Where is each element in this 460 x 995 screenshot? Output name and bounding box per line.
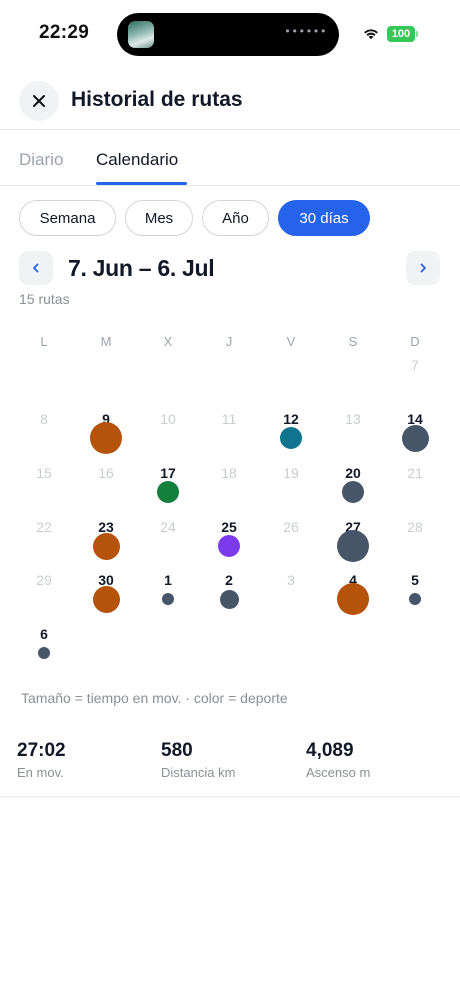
chevron-right-icon [420, 263, 426, 273]
page-title: Historial de rutas [71, 88, 243, 111]
date-range-title: 7. Jun – 6. Jul [68, 255, 215, 281]
tab-calendario[interactable]: Calendario [96, 150, 178, 170]
calendar-day-28: 28 [407, 519, 423, 535]
weekday-label: M [100, 334, 112, 349]
calendar-day-2[interactable]: 2 [209, 572, 249, 588]
activity-dot[interactable] [409, 593, 421, 605]
weekday-label: S [348, 334, 358, 349]
calendar-day-26: 26 [283, 519, 299, 535]
calendar-day-7: 7 [411, 357, 419, 373]
stat-moving-time-label: En mov. [17, 765, 64, 780]
activity-dot[interactable] [337, 583, 369, 615]
period-ano-button[interactable]: Año [202, 200, 269, 236]
calendar-day-6[interactable]: 6 [24, 626, 64, 642]
activity-dot[interactable] [162, 593, 174, 605]
island-indicator: •••••• [284, 25, 327, 38]
status-time: 22:29 [39, 22, 90, 43]
activity-dot[interactable] [157, 481, 179, 503]
calendar-day-29: 29 [36, 572, 52, 588]
activity-dot[interactable] [218, 535, 240, 557]
activity-dot[interactable] [92, 585, 120, 613]
stats-divider [0, 796, 460, 797]
stat-ascent-label: Ascenso m [306, 765, 371, 780]
battery-icon: 100 [387, 26, 418, 42]
calendar-day-11: 11 [221, 411, 237, 427]
calendar-day-15: 15 [36, 465, 52, 481]
activity-dot[interactable] [219, 589, 239, 609]
calendar-day-10: 10 [160, 411, 176, 427]
calendar-day-5[interactable]: 5 [395, 572, 435, 588]
tab-diario[interactable]: Diario [19, 150, 63, 170]
calendar-day-24: 24 [160, 519, 176, 535]
weekday-label: V [286, 334, 296, 349]
tabs-divider [0, 185, 460, 186]
calendar-day-18: 18 [221, 465, 237, 481]
calendar-day-8: 8 [40, 411, 48, 427]
calendar-day-1[interactable]: 1 [148, 572, 188, 588]
calendar-day-16: 16 [98, 465, 114, 481]
next-range-button[interactable] [406, 251, 440, 285]
chevron-left-icon [33, 263, 39, 273]
route-count: 15 rutas [19, 291, 70, 307]
weekday-label: D [410, 334, 420, 349]
battery-level: 100 [387, 26, 415, 42]
stat-moving-time-value: 27:02 [17, 740, 66, 761]
calendar-day-19: 19 [283, 465, 299, 481]
calendar-day-20[interactable]: 20 [333, 465, 373, 481]
calendar-legend: Tamaño = tiempo en mov. · color = deport… [21, 690, 288, 706]
wifi-icon [364, 29, 378, 40]
weekday-label: J [225, 334, 233, 349]
weekday-label: L [40, 334, 48, 349]
calendar-day-21: 21 [407, 465, 423, 481]
activity-dot[interactable] [90, 422, 122, 454]
activity-dot[interactable] [337, 530, 369, 562]
stat-distance-value: 580 [161, 740, 193, 761]
activity-dot[interactable] [280, 427, 302, 449]
calendar-day-17[interactable]: 17 [148, 465, 188, 481]
period-30-dias-button[interactable]: 30 días [278, 200, 370, 236]
close-icon [33, 95, 45, 107]
status-bar: 22:29 •••••• 100 [0, 0, 460, 68]
stat-distance-label: Distancia km [161, 765, 236, 780]
app-thumbnail-icon [128, 21, 154, 48]
dynamic-island: •••••• [117, 13, 339, 56]
period-semana-button[interactable]: Semana [19, 200, 116, 236]
previous-range-button[interactable] [19, 251, 53, 285]
close-button[interactable] [19, 81, 59, 121]
activity-dot[interactable] [38, 647, 50, 659]
period-mes-button[interactable]: Mes [125, 200, 193, 236]
stat-ascent-value: 4,089 [306, 740, 354, 761]
activity-dot[interactable] [401, 424, 429, 452]
activity-dot[interactable] [92, 532, 120, 560]
weekday-label: X [163, 334, 173, 349]
calendar-day-3: 3 [287, 572, 295, 588]
activity-dot[interactable] [342, 481, 364, 503]
calendar-day-22: 22 [36, 519, 52, 535]
calendar-day-25[interactable]: 25 [209, 519, 249, 535]
calendar-day-13: 13 [345, 411, 361, 427]
battery-tip [416, 31, 418, 37]
calendar-day-12[interactable]: 12 [271, 411, 311, 427]
header-divider [0, 129, 460, 130]
